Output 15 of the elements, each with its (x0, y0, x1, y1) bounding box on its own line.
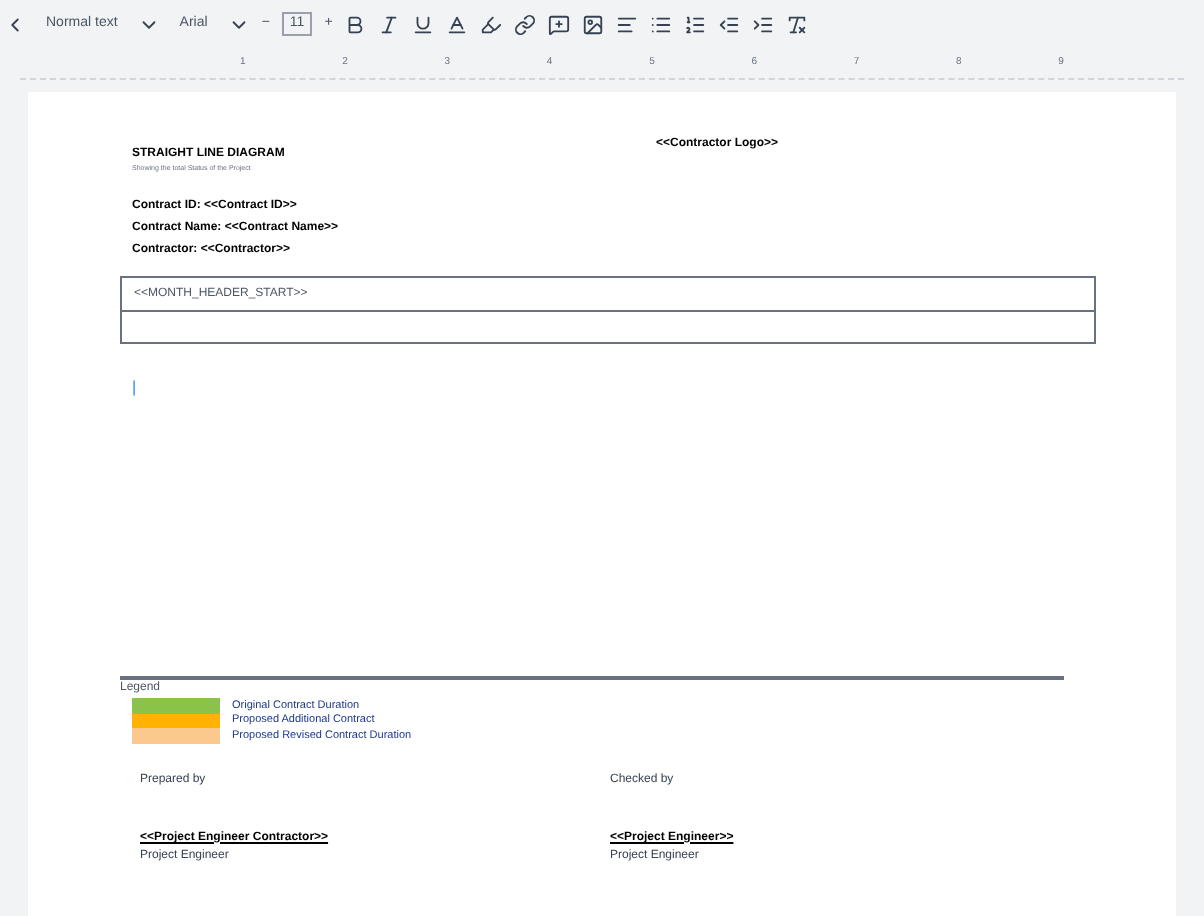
indent-increase-icon[interactable] (752, 13, 775, 35)
comment-icon[interactable] (548, 13, 571, 35)
bold-icon[interactable] (344, 13, 367, 35)
link-icon[interactable] (514, 13, 537, 35)
highlighter-icon[interactable] (480, 13, 503, 35)
clear-formatting-icon[interactable] (786, 13, 809, 35)
numbered-list-icon[interactable] (684, 13, 707, 35)
underline-icon[interactable] (412, 13, 435, 35)
italic-icon[interactable] (378, 13, 401, 35)
list-icon[interactable] (650, 13, 673, 35)
align-icon[interactable] (616, 13, 639, 35)
text-color-icon[interactable] (446, 13, 469, 35)
indent-decrease-icon[interactable] (718, 13, 741, 35)
image-icon[interactable] (582, 13, 605, 35)
text-cursor: | (132, 376, 139, 401)
